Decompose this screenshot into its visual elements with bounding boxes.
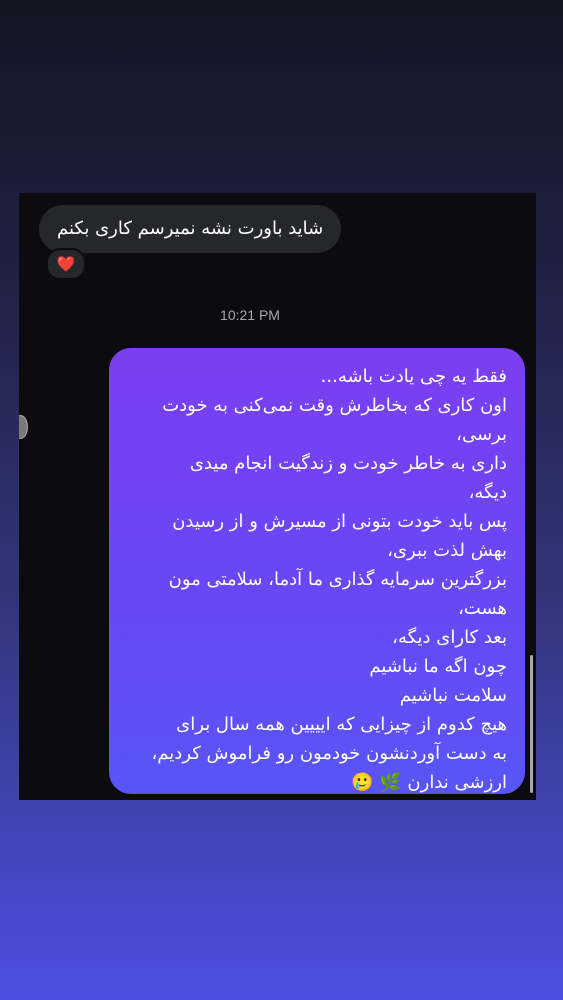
sent-line: برسی، <box>456 424 507 445</box>
message-timestamp: 10:21 PM <box>220 307 280 323</box>
sent-line: هیچ کدوم از چیزایی که ایییین همه سال برا… <box>176 714 507 735</box>
sent-line: بعد کارای دیگه، <box>392 627 507 648</box>
sent-line: به دست آوردنشون خودمون رو فراموش کردیم، <box>151 743 508 764</box>
sender-avatar[interactable] <box>19 415 28 439</box>
chat-window: شاید باورت نشه نمیرسم کاری بکنم ❤️ 10:21… <box>19 193 536 800</box>
sent-line: سلامت نباشیم <box>399 685 507 706</box>
sent-line: دیگه، <box>468 482 507 503</box>
sent-line: چون اگه ما نباشیم <box>369 656 507 677</box>
sent-message-bubble[interactable]: فقط یه چی یادت باشه... اون کاری که بخاطر… <box>109 348 525 794</box>
sent-line: داری به خاطر خودت و زندگیت انجام میدی <box>189 453 507 474</box>
heart-reaction-icon[interactable]: ❤️ <box>46 248 86 280</box>
sent-line: بهش لذت ببری، <box>387 540 507 561</box>
received-message-text: شاید باورت نشه نمیرسم کاری بکنم <box>57 218 324 239</box>
sent-line: اون کاری که بخاطرش وقت نمی‌کنی به خودت <box>162 395 507 416</box>
scrollbar[interactable] <box>530 655 533 793</box>
received-message-bubble[interactable]: شاید باورت نشه نمیرسم کاری بکنم <box>39 205 342 253</box>
sent-line: ارزشی ندارن 🌿 🥲 <box>351 772 507 793</box>
sent-line: فقط یه چی یادت باشه... <box>320 366 507 387</box>
reaction-emoji: ❤️ <box>56 255 76 273</box>
sent-line: هست، <box>457 598 507 619</box>
sent-line: پس باید خودت بتونی از مسیرش و از رسیدن <box>172 511 507 532</box>
sent-line: بزرگترین سرمایه گذاری ما آدما، سلامتی مو… <box>168 569 507 590</box>
